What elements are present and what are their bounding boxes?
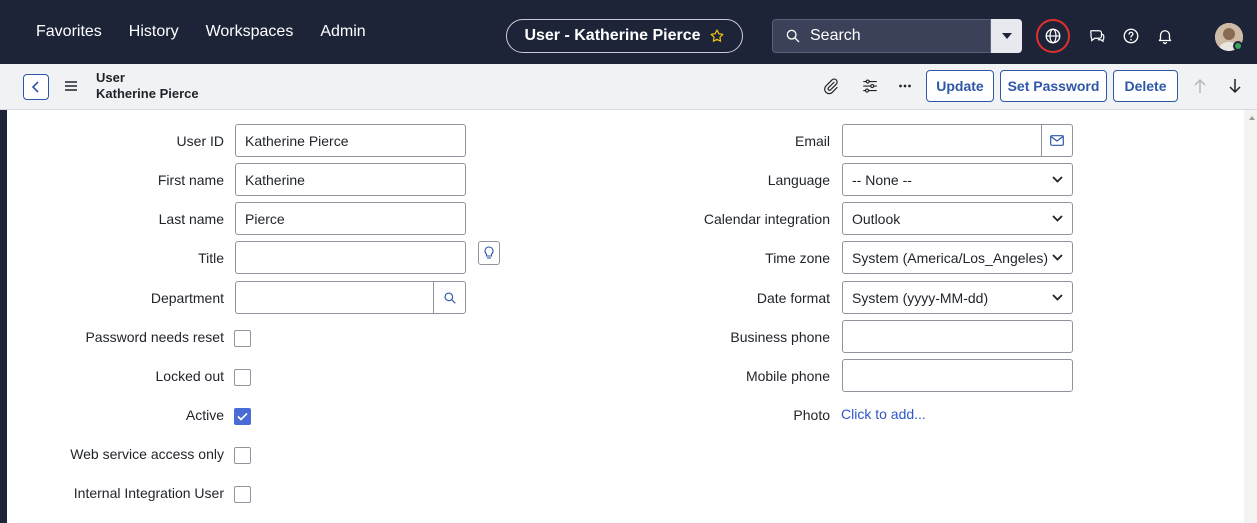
paperclip-icon[interactable]	[822, 77, 840, 95]
back-button[interactable]	[23, 74, 49, 100]
search-placeholder: Search	[810, 27, 861, 44]
label-locked-out: Locked out	[155, 368, 225, 384]
record-title: User - Katherine Pierce	[524, 27, 701, 44]
calendar-integration-value: Outlook	[852, 210, 901, 227]
label-title: Title	[198, 250, 224, 266]
nav-links: Favorites History Workspaces Admin	[0, 23, 393, 41]
nav-workspaces[interactable]: Workspaces	[206, 23, 294, 41]
label-email: Email	[794, 133, 830, 149]
nav-admin[interactable]: Admin	[320, 23, 365, 41]
password-needs-reset-checkbox[interactable]	[234, 330, 251, 347]
search-icon	[443, 291, 456, 304]
locked-out-checkbox[interactable]	[234, 369, 251, 386]
label-department: Department	[150, 290, 224, 306]
send-email-button[interactable]	[1041, 124, 1073, 157]
chevron-left-icon	[31, 81, 39, 93]
chevron-down-icon	[1052, 215, 1063, 222]
internal-integration-user-checkbox[interactable]	[234, 486, 251, 503]
active-checkbox[interactable]	[234, 408, 251, 425]
label-time-zone: Time zone	[765, 250, 830, 266]
globe-icon[interactable]	[1036, 19, 1070, 53]
chevron-down-icon	[1052, 294, 1063, 301]
calendar-integration-select[interactable]: Outlook	[842, 202, 1073, 235]
user-id-field[interactable]: Katherine Pierce	[235, 124, 466, 157]
presence-status-dot	[1233, 41, 1243, 51]
delete-button[interactable]: Delete	[1113, 70, 1178, 102]
department-lookup-button[interactable]	[433, 281, 466, 314]
chevron-down-icon	[1052, 176, 1063, 183]
label-internal-integration-user: Internal Integration User	[73, 485, 224, 501]
chat-icon[interactable]	[1082, 27, 1112, 45]
label-date-format: Date format	[756, 290, 830, 306]
time-zone-select[interactable]: System (America/Los_Angeles)	[842, 241, 1073, 274]
form-scrollbar[interactable]	[1244, 110, 1257, 523]
hamburger-menu-icon[interactable]	[64, 79, 78, 98]
next-record-arrow-icon[interactable]	[1228, 78, 1242, 94]
label-first-name: First name	[157, 172, 224, 188]
label-web-service-access-only: Web service access only	[70, 446, 224, 462]
lightbulb-suggestion-button[interactable]	[478, 241, 500, 265]
record-title-pill[interactable]: User - Katherine Pierce	[506, 19, 743, 53]
label-last-name: Last name	[158, 211, 224, 227]
star-icon[interactable]	[709, 28, 725, 44]
language-select-value: -- None --	[852, 171, 912, 188]
lightbulb-icon	[484, 246, 494, 259]
first-name-field[interactable]: Katherine	[235, 163, 466, 196]
email-field[interactable]	[842, 124, 1042, 157]
global-search[interactable]: Search	[772, 19, 1022, 53]
nav-icons	[1036, 19, 1184, 53]
search-scope-dropdown[interactable]	[990, 19, 1022, 53]
mobile-phone-field[interactable]	[842, 359, 1073, 392]
label-photo: Photo	[793, 407, 830, 423]
business-phone-field[interactable]	[842, 320, 1073, 353]
bell-icon[interactable]	[1150, 27, 1180, 45]
language-select[interactable]: -- None --	[842, 163, 1073, 196]
web-service-access-only-checkbox[interactable]	[234, 447, 251, 464]
date-format-select[interactable]: System (yyyy-MM-dd)	[842, 281, 1073, 314]
label-calendar-integration: Calendar integration	[703, 211, 830, 227]
help-icon[interactable]	[1116, 27, 1146, 45]
record-name: Katherine Pierce	[96, 86, 199, 101]
scroll-up-arrow-icon[interactable]	[1249, 116, 1255, 120]
date-format-value: System (yyyy-MM-dd)	[852, 289, 989, 306]
envelope-icon	[1050, 135, 1064, 146]
label-active: Active	[185, 407, 224, 423]
last-name-field[interactable]: Pierce	[235, 202, 466, 235]
nav-history[interactable]: History	[129, 23, 179, 41]
label-mobile-phone: Mobile phone	[745, 368, 830, 384]
photo-add-link[interactable]: Click to add...	[841, 406, 926, 422]
title-field[interactable]	[235, 241, 466, 274]
label-language: Language	[767, 172, 830, 188]
label-user-id: User ID	[176, 133, 224, 149]
more-options-icon[interactable]	[896, 77, 914, 95]
update-button[interactable]: Update	[926, 70, 994, 102]
chevron-down-icon	[1052, 254, 1063, 261]
caret-down-icon	[1001, 33, 1012, 39]
label-password-needs-reset: Password needs reset	[85, 329, 224, 345]
record-toolbar: User Katherine Pierce Update Set Passwor…	[0, 64, 1257, 110]
time-zone-value: System (America/Los_Angeles)	[852, 249, 1049, 266]
nav-favorites[interactable]: Favorites	[36, 23, 102, 41]
record-type: User	[96, 70, 125, 85]
settings-sliders-icon[interactable]	[861, 77, 879, 95]
checkmark-icon	[237, 412, 248, 421]
department-field[interactable]	[235, 281, 434, 314]
label-business-phone: Business phone	[730, 329, 830, 345]
set-password-button[interactable]: Set Password	[1000, 70, 1107, 102]
previous-record-arrow-icon[interactable]	[1193, 78, 1207, 94]
search-icon	[785, 28, 801, 44]
